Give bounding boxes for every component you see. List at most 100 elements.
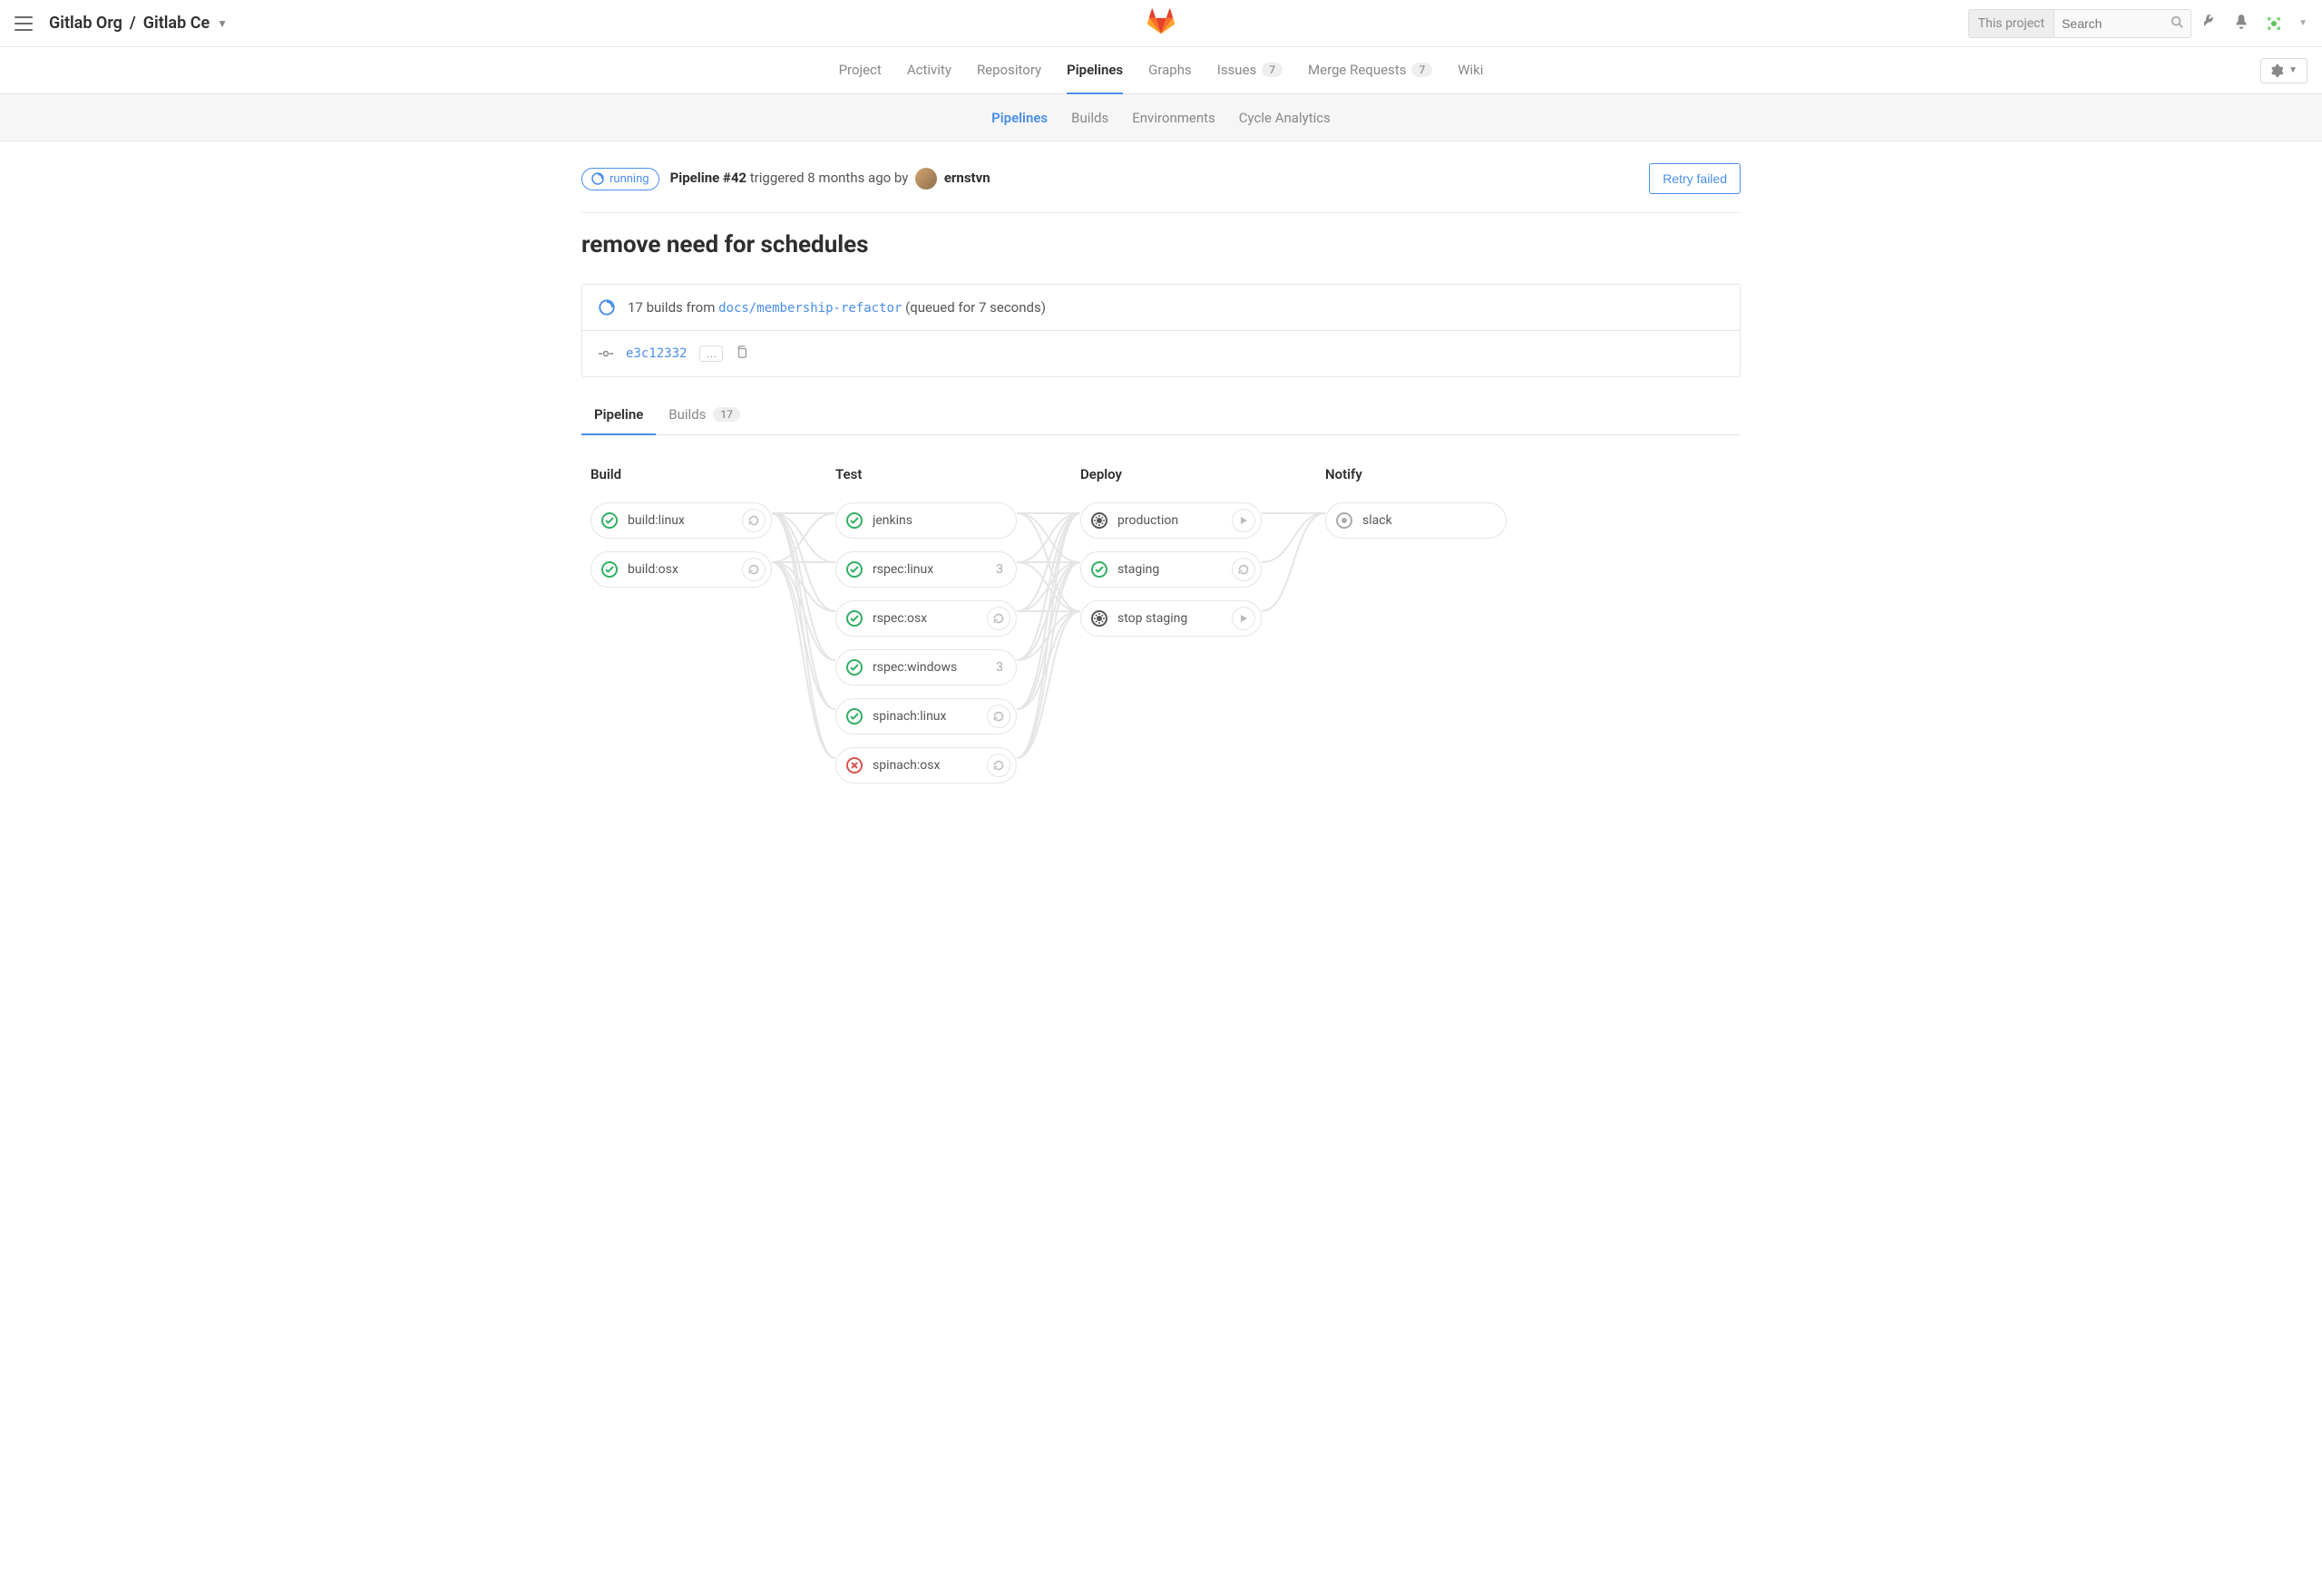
retry-job-button[interactable] <box>987 607 1010 630</box>
nav-tab-wiki[interactable]: Wiki <box>1458 47 1483 94</box>
stage-title: Notify <box>1325 466 1507 482</box>
job-spinach-osx[interactable]: spinach:osx <box>835 747 1017 783</box>
search-box[interactable]: This project <box>1968 9 2191 38</box>
manual-icon <box>1090 609 1108 628</box>
pipeline-id: Pipeline #42 <box>670 170 746 186</box>
nav-tab-activity[interactable]: Activity <box>907 47 951 94</box>
top-header: Gitlab Org / Gitlab Ce ▼ This project ▼ <box>0 0 2322 47</box>
chevron-down-icon: ▼ <box>2288 65 2298 75</box>
job-name: spinach:osx <box>873 758 978 773</box>
job-jenkins[interactable]: jenkins <box>835 502 1017 539</box>
nav-tab-graphs[interactable]: Graphs <box>1148 47 1192 94</box>
chevron-down-icon: ▼ <box>217 17 228 30</box>
manual-icon <box>1090 511 1108 530</box>
job-name: slack <box>1362 513 1500 528</box>
branch-link[interactable]: docs/membership-refactor <box>718 301 902 316</box>
search-icon[interactable] <box>2163 15 2190 32</box>
triggerer-name[interactable]: ernstvn <box>944 170 990 186</box>
hamburger-menu-icon[interactable] <box>15 16 33 31</box>
pipeline-header: running Pipeline #42 triggered 8 months … <box>581 163 1741 194</box>
stage-column-notify: Notify slack <box>1325 466 1507 783</box>
job-name: rspec:osx <box>873 611 978 626</box>
job-stop-staging[interactable]: stop staging <box>1080 600 1262 637</box>
subnav-tab-builds[interactable]: Builds <box>1071 110 1108 126</box>
pipeline-graph: Buildbuild:linuxbuild:osxTestjenkinsrspe… <box>581 457 1741 793</box>
triggerer-avatar[interactable] <box>915 168 937 190</box>
job-name: jenkins <box>873 513 1010 528</box>
subnav-tab-environments[interactable]: Environments <box>1132 110 1215 126</box>
failed-icon <box>845 756 863 774</box>
success-icon <box>845 560 863 579</box>
search-input[interactable] <box>2054 10 2163 37</box>
job-name: production <box>1117 513 1223 528</box>
tab-builds[interactable]: Builds17 <box>656 395 753 435</box>
divider <box>581 212 1741 213</box>
retry-job-button[interactable] <box>1232 558 1255 581</box>
skipped-icon <box>1335 511 1353 530</box>
sub-nav: Pipelines Builds Environments Cycle Analyti… <box>0 94 2322 141</box>
job-name: staging <box>1117 562 1223 577</box>
pipeline-meta: Pipeline #42 triggered 8 months ago by e… <box>670 168 990 190</box>
gear-icon <box>2270 64 2283 77</box>
main-nav: Project Activity Repository Pipelines Graphs… <box>0 47 2322 94</box>
view-tabs: Pipeline Builds17 <box>581 395 1741 435</box>
running-icon <box>591 172 604 185</box>
job-rspec-linux[interactable]: rspec:linux3 <box>835 551 1017 588</box>
breadcrumb[interactable]: Gitlab Org / Gitlab Ce ▼ <box>49 14 228 33</box>
copy-sha-icon[interactable] <box>736 345 748 362</box>
job-slack[interactable]: slack <box>1325 502 1507 539</box>
success-icon <box>600 511 619 530</box>
stage-column-deploy: Deploy production staging stop staging <box>1080 466 1262 783</box>
subnav-tab-pipelines[interactable]: Pipelines <box>991 110 1048 126</box>
job-production[interactable]: production <box>1080 502 1262 539</box>
wrench-icon[interactable] <box>2204 14 2220 34</box>
job-name: spinach:linux <box>873 709 978 724</box>
user-avatar[interactable] <box>2262 12 2286 35</box>
nav-tab-repository[interactable]: Repository <box>977 47 1041 94</box>
success-icon <box>845 609 863 628</box>
job-build-linux[interactable]: build:linux <box>590 502 772 539</box>
running-icon <box>599 299 615 316</box>
job-name: build:osx <box>628 562 733 577</box>
project-settings-dropdown[interactable]: ▼ <box>2260 58 2307 83</box>
stage-column-build: Buildbuild:linuxbuild:osx <box>590 466 772 783</box>
user-menu-chevron-icon[interactable]: ▼ <box>2298 18 2307 28</box>
stage-column-test: Test jenkins rspec:linux3 rspec:osx rspec:wi… <box>835 466 1017 783</box>
success-icon <box>845 707 863 725</box>
success-icon <box>845 658 863 676</box>
nav-tab-project[interactable]: Project <box>839 47 882 94</box>
retry-job-button[interactable] <box>987 705 1010 728</box>
retry-job-button[interactable] <box>742 509 766 532</box>
retry-job-button[interactable] <box>742 558 766 581</box>
job-rspec-osx[interactable]: rspec:osx <box>835 600 1017 637</box>
commit-sha-link[interactable]: e3c12332 <box>626 346 687 361</box>
expand-message-button[interactable]: … <box>699 345 723 362</box>
job-staging[interactable]: staging <box>1080 551 1262 588</box>
breadcrumb-project: Gitlab Ce <box>143 14 210 33</box>
retry-failed-button[interactable]: Retry failed <box>1649 163 1741 194</box>
pipeline-status-badge: running <box>581 168 659 190</box>
success-icon <box>845 511 863 530</box>
job-name: rspec:linux <box>873 562 987 577</box>
success-icon <box>600 560 619 579</box>
nav-tab-pipelines[interactable]: Pipelines <box>1067 47 1123 94</box>
bell-icon[interactable] <box>2233 14 2249 34</box>
job-name: rspec:windows <box>873 660 987 675</box>
gitlab-logo-icon[interactable] <box>1146 8 1176 39</box>
job-rspec-windows[interactable]: rspec:windows3 <box>835 649 1017 686</box>
stage-title: Deploy <box>1080 466 1262 482</box>
breadcrumb-group: Gitlab Org <box>49 14 122 33</box>
job-name: build:linux <box>628 513 733 528</box>
job-spinach-linux[interactable]: spinach:linux <box>835 698 1017 735</box>
tab-pipeline[interactable]: Pipeline <box>581 395 656 435</box>
retry-job-button[interactable] <box>987 754 1010 777</box>
stage-title: Test <box>835 466 1017 482</box>
nav-tab-issues[interactable]: Issues7 <box>1217 47 1283 94</box>
nav-tab-merge-requests[interactable]: Merge Requests7 <box>1308 47 1432 94</box>
commit-icon <box>599 346 613 361</box>
job-build-osx[interactable]: build:osx <box>590 551 772 588</box>
play-job-button[interactable] <box>1232 607 1255 630</box>
play-job-button[interactable] <box>1232 509 1255 532</box>
search-scope[interactable]: This project <box>1969 10 2054 37</box>
subnav-tab-cycle-analytics[interactable]: Cycle Analytics <box>1239 110 1331 126</box>
